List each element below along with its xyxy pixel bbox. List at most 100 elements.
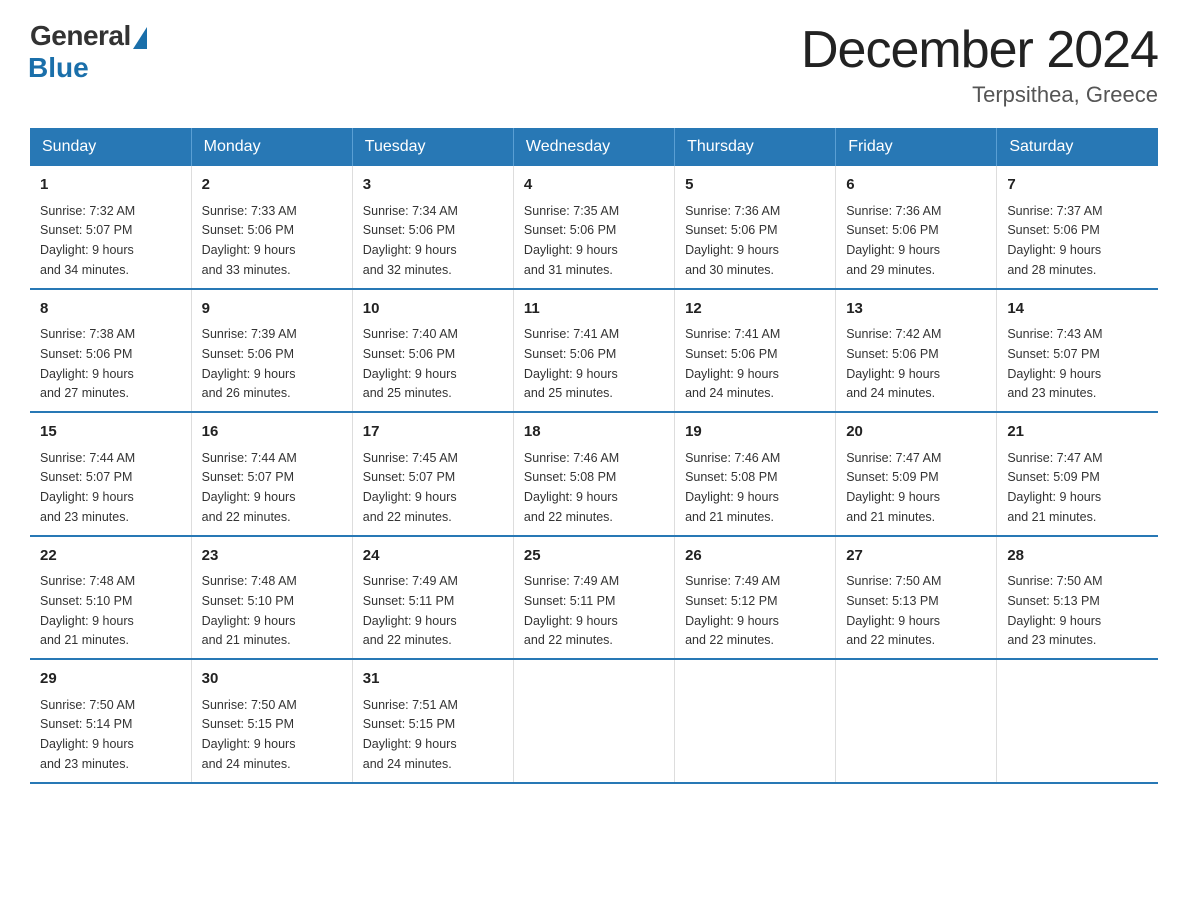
day-info: Sunrise: 7:47 AMSunset: 5:09 PMDaylight:… bbox=[846, 451, 941, 524]
day-number: 7 bbox=[1007, 174, 1148, 197]
day-number: 21 bbox=[1007, 421, 1148, 444]
day-number: 16 bbox=[202, 421, 342, 444]
day-info: Sunrise: 7:36 AMSunset: 5:06 PMDaylight:… bbox=[685, 204, 780, 277]
day-info: Sunrise: 7:35 AMSunset: 5:06 PMDaylight:… bbox=[524, 204, 619, 277]
calendar-week-row: 15 Sunrise: 7:44 AMSunset: 5:07 PMDaylig… bbox=[30, 412, 1158, 536]
calendar-week-row: 1 Sunrise: 7:32 AMSunset: 5:07 PMDayligh… bbox=[30, 166, 1158, 289]
day-info: Sunrise: 7:48 AMSunset: 5:10 PMDaylight:… bbox=[202, 574, 297, 647]
calendar-cell: 6 Sunrise: 7:36 AMSunset: 5:06 PMDayligh… bbox=[836, 166, 997, 289]
header-tuesday: Tuesday bbox=[352, 128, 513, 166]
calendar-cell bbox=[997, 659, 1158, 783]
day-info: Sunrise: 7:46 AMSunset: 5:08 PMDaylight:… bbox=[685, 451, 780, 524]
calendar-cell bbox=[675, 659, 836, 783]
day-info: Sunrise: 7:32 AMSunset: 5:07 PMDaylight:… bbox=[40, 204, 135, 277]
calendar-cell: 22 Sunrise: 7:48 AMSunset: 5:10 PMDaylig… bbox=[30, 536, 191, 660]
day-info: Sunrise: 7:50 AMSunset: 5:13 PMDaylight:… bbox=[846, 574, 941, 647]
calendar-cell: 12 Sunrise: 7:41 AMSunset: 5:06 PMDaylig… bbox=[675, 289, 836, 413]
header-friday: Friday bbox=[836, 128, 997, 166]
day-number: 2 bbox=[202, 174, 342, 197]
calendar-cell: 18 Sunrise: 7:46 AMSunset: 5:08 PMDaylig… bbox=[513, 412, 674, 536]
day-number: 15 bbox=[40, 421, 181, 444]
day-number: 11 bbox=[524, 298, 664, 321]
day-info: Sunrise: 7:48 AMSunset: 5:10 PMDaylight:… bbox=[40, 574, 135, 647]
calendar-cell: 19 Sunrise: 7:46 AMSunset: 5:08 PMDaylig… bbox=[675, 412, 836, 536]
calendar-cell: 21 Sunrise: 7:47 AMSunset: 5:09 PMDaylig… bbox=[997, 412, 1158, 536]
calendar-cell: 23 Sunrise: 7:48 AMSunset: 5:10 PMDaylig… bbox=[191, 536, 352, 660]
day-info: Sunrise: 7:40 AMSunset: 5:06 PMDaylight:… bbox=[363, 327, 458, 400]
day-info: Sunrise: 7:50 AMSunset: 5:13 PMDaylight:… bbox=[1007, 574, 1102, 647]
day-number: 12 bbox=[685, 298, 825, 321]
day-info: Sunrise: 7:43 AMSunset: 5:07 PMDaylight:… bbox=[1007, 327, 1102, 400]
day-number: 17 bbox=[363, 421, 503, 444]
calendar-cell: 10 Sunrise: 7:40 AMSunset: 5:06 PMDaylig… bbox=[352, 289, 513, 413]
day-number: 10 bbox=[363, 298, 503, 321]
calendar-cell: 27 Sunrise: 7:50 AMSunset: 5:13 PMDaylig… bbox=[836, 536, 997, 660]
day-number: 23 bbox=[202, 545, 342, 568]
day-info: Sunrise: 7:37 AMSunset: 5:06 PMDaylight:… bbox=[1007, 204, 1102, 277]
calendar-cell: 13 Sunrise: 7:42 AMSunset: 5:06 PMDaylig… bbox=[836, 289, 997, 413]
day-info: Sunrise: 7:44 AMSunset: 5:07 PMDaylight:… bbox=[202, 451, 297, 524]
day-number: 8 bbox=[40, 298, 181, 321]
calendar-cell: 4 Sunrise: 7:35 AMSunset: 5:06 PMDayligh… bbox=[513, 166, 674, 289]
calendar-table: Sunday Monday Tuesday Wednesday Thursday… bbox=[30, 128, 1158, 784]
day-info: Sunrise: 7:42 AMSunset: 5:06 PMDaylight:… bbox=[846, 327, 941, 400]
logo-blue-text: Blue bbox=[28, 52, 89, 84]
day-info: Sunrise: 7:44 AMSunset: 5:07 PMDaylight:… bbox=[40, 451, 135, 524]
day-number: 19 bbox=[685, 421, 825, 444]
day-info: Sunrise: 7:47 AMSunset: 5:09 PMDaylight:… bbox=[1007, 451, 1102, 524]
calendar-cell: 3 Sunrise: 7:34 AMSunset: 5:06 PMDayligh… bbox=[352, 166, 513, 289]
calendar-cell: 7 Sunrise: 7:37 AMSunset: 5:06 PMDayligh… bbox=[997, 166, 1158, 289]
calendar-cell: 26 Sunrise: 7:49 AMSunset: 5:12 PMDaylig… bbox=[675, 536, 836, 660]
calendar-cell: 25 Sunrise: 7:49 AMSunset: 5:11 PMDaylig… bbox=[513, 536, 674, 660]
day-info: Sunrise: 7:46 AMSunset: 5:08 PMDaylight:… bbox=[524, 451, 619, 524]
calendar-cell: 16 Sunrise: 7:44 AMSunset: 5:07 PMDaylig… bbox=[191, 412, 352, 536]
calendar-cell: 20 Sunrise: 7:47 AMSunset: 5:09 PMDaylig… bbox=[836, 412, 997, 536]
day-info: Sunrise: 7:45 AMSunset: 5:07 PMDaylight:… bbox=[363, 451, 458, 524]
calendar-cell bbox=[513, 659, 674, 783]
day-number: 27 bbox=[846, 545, 986, 568]
day-info: Sunrise: 7:39 AMSunset: 5:06 PMDaylight:… bbox=[202, 327, 297, 400]
day-info: Sunrise: 7:50 AMSunset: 5:15 PMDaylight:… bbox=[202, 698, 297, 771]
day-number: 26 bbox=[685, 545, 825, 568]
day-number: 18 bbox=[524, 421, 664, 444]
header-monday: Monday bbox=[191, 128, 352, 166]
day-info: Sunrise: 7:41 AMSunset: 5:06 PMDaylight:… bbox=[524, 327, 619, 400]
calendar-cell: 14 Sunrise: 7:43 AMSunset: 5:07 PMDaylig… bbox=[997, 289, 1158, 413]
page-header: General Blue December 2024 Terpsithea, G… bbox=[30, 20, 1158, 108]
day-number: 24 bbox=[363, 545, 503, 568]
calendar-week-row: 29 Sunrise: 7:50 AMSunset: 5:14 PMDaylig… bbox=[30, 659, 1158, 783]
day-info: Sunrise: 7:41 AMSunset: 5:06 PMDaylight:… bbox=[685, 327, 780, 400]
day-number: 14 bbox=[1007, 298, 1148, 321]
day-info: Sunrise: 7:49 AMSunset: 5:11 PMDaylight:… bbox=[363, 574, 458, 647]
day-number: 6 bbox=[846, 174, 986, 197]
calendar-cell: 11 Sunrise: 7:41 AMSunset: 5:06 PMDaylig… bbox=[513, 289, 674, 413]
day-number: 20 bbox=[846, 421, 986, 444]
calendar-cell: 1 Sunrise: 7:32 AMSunset: 5:07 PMDayligh… bbox=[30, 166, 191, 289]
day-number: 9 bbox=[202, 298, 342, 321]
day-info: Sunrise: 7:51 AMSunset: 5:15 PMDaylight:… bbox=[363, 698, 458, 771]
calendar-cell: 5 Sunrise: 7:36 AMSunset: 5:06 PMDayligh… bbox=[675, 166, 836, 289]
calendar-cell: 30 Sunrise: 7:50 AMSunset: 5:15 PMDaylig… bbox=[191, 659, 352, 783]
calendar-cell: 28 Sunrise: 7:50 AMSunset: 5:13 PMDaylig… bbox=[997, 536, 1158, 660]
day-number: 13 bbox=[846, 298, 986, 321]
header-wednesday: Wednesday bbox=[513, 128, 674, 166]
day-number: 31 bbox=[363, 668, 503, 691]
calendar-cell: 17 Sunrise: 7:45 AMSunset: 5:07 PMDaylig… bbox=[352, 412, 513, 536]
day-number: 28 bbox=[1007, 545, 1148, 568]
day-info: Sunrise: 7:49 AMSunset: 5:11 PMDaylight:… bbox=[524, 574, 619, 647]
day-number: 25 bbox=[524, 545, 664, 568]
calendar-cell: 31 Sunrise: 7:51 AMSunset: 5:15 PMDaylig… bbox=[352, 659, 513, 783]
calendar-cell: 15 Sunrise: 7:44 AMSunset: 5:07 PMDaylig… bbox=[30, 412, 191, 536]
day-info: Sunrise: 7:49 AMSunset: 5:12 PMDaylight:… bbox=[685, 574, 780, 647]
calendar-cell: 8 Sunrise: 7:38 AMSunset: 5:06 PMDayligh… bbox=[30, 289, 191, 413]
day-info: Sunrise: 7:38 AMSunset: 5:06 PMDaylight:… bbox=[40, 327, 135, 400]
calendar-cell: 9 Sunrise: 7:39 AMSunset: 5:06 PMDayligh… bbox=[191, 289, 352, 413]
calendar-cell: 2 Sunrise: 7:33 AMSunset: 5:06 PMDayligh… bbox=[191, 166, 352, 289]
location: Terpsithea, Greece bbox=[801, 82, 1158, 108]
day-number: 3 bbox=[363, 174, 503, 197]
day-info: Sunrise: 7:33 AMSunset: 5:06 PMDaylight:… bbox=[202, 204, 297, 277]
logo: General Blue bbox=[30, 20, 147, 84]
calendar-cell: 24 Sunrise: 7:49 AMSunset: 5:11 PMDaylig… bbox=[352, 536, 513, 660]
header-thursday: Thursday bbox=[675, 128, 836, 166]
day-number: 30 bbox=[202, 668, 342, 691]
